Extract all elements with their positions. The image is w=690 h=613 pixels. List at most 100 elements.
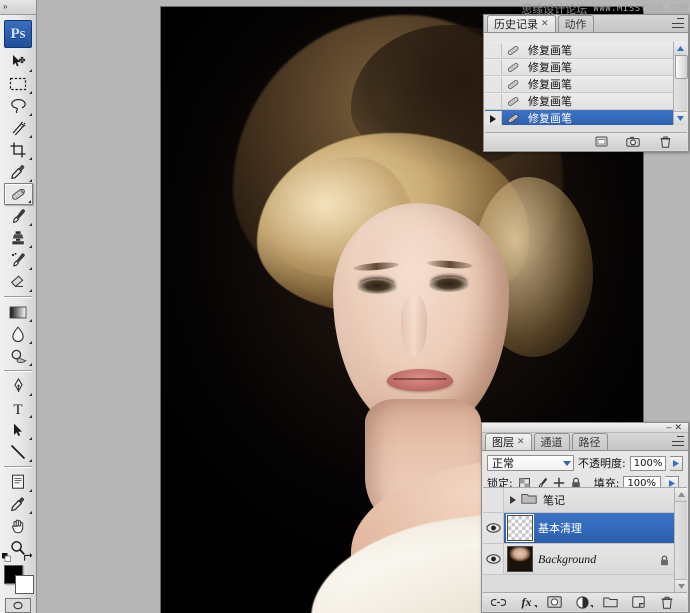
history-state-row-active[interactable]: 修复画笔 [485, 110, 687, 125]
swap-colors-icon [23, 552, 34, 562]
toolbar-divider [4, 296, 32, 298]
layer-visibility-toggle[interactable] [483, 488, 504, 512]
layer-locked-icon [660, 553, 669, 571]
layers-panel-footer: fx [483, 592, 687, 611]
blend-mode-select[interactable]: 正常 [487, 455, 574, 471]
history-state-row[interactable]: 修复画笔 [485, 93, 687, 110]
scroll-down-icon[interactable] [675, 579, 687, 593]
layer-row-group[interactable]: 笔记 [483, 488, 687, 513]
new-group-button[interactable] [603, 595, 618, 610]
eyedropper-tool[interactable] [4, 161, 33, 183]
create-new-snapshot-button[interactable] [625, 135, 641, 149]
layer-visibility-toggle[interactable] [483, 513, 504, 543]
layer-row-selected[interactable]: 基本清理 [483, 513, 687, 544]
layer-name: 笔记 [543, 492, 565, 508]
quick-selection-tool[interactable] [4, 117, 33, 139]
history-source-checkbox[interactable] [485, 77, 502, 92]
layer-name: 基本清理 [538, 520, 582, 536]
delete-state-button[interactable] [657, 135, 673, 149]
create-document-from-state-button[interactable] [593, 135, 609, 149]
tab-history-label: 历史记录 [494, 17, 538, 32]
history-source-checkbox[interactable] [485, 43, 502, 58]
link-layers-button[interactable] [491, 595, 506, 610]
brush-tool[interactable] [4, 205, 33, 227]
horizontal-type-tool[interactable]: T [4, 397, 33, 419]
gradient-tool[interactable] [4, 301, 33, 323]
layers-list[interactable]: 笔记 基本清理 Background [483, 487, 687, 593]
photoshop-window: 思缘设计论坛 WWW.MISSYUAN.COM » Ps [0, 0, 690, 613]
dodge-tool[interactable] [4, 345, 33, 367]
history-state-row[interactable]: 修复画笔 [485, 59, 687, 76]
history-state-label: 修复画笔 [524, 93, 572, 109]
layers-scrollbar[interactable] [674, 488, 687, 593]
eraser-tool[interactable] [4, 271, 33, 293]
layer-visibility-toggle[interactable] [483, 544, 504, 574]
crop-tool[interactable] [4, 139, 33, 161]
scroll-down-icon[interactable] [674, 111, 687, 125]
add-layer-mask-button[interactable] [547, 595, 562, 610]
blend-opacity-row: 正常 不透明度: 100% [487, 454, 683, 472]
history-panel-menu-button[interactable] [672, 18, 684, 28]
opacity-label: 不透明度: [578, 455, 626, 471]
scroll-up-icon[interactable] [675, 488, 687, 502]
layer-row-background[interactable]: Background [483, 544, 687, 575]
chevron-down-icon [563, 461, 571, 466]
history-source-checkbox[interactable] [485, 60, 502, 75]
tab-layers[interactable]: 图层 ✕ [485, 433, 532, 450]
new-layer-button[interactable] [631, 595, 646, 610]
layers-panel-titlebar[interactable]: –✕ [482, 423, 688, 433]
notes-tool[interactable] [4, 471, 33, 493]
healing-brush-tool[interactable] [4, 183, 33, 205]
scroll-up-icon[interactable] [674, 42, 687, 56]
pen-tool[interactable] [4, 375, 33, 397]
history-source-checkbox[interactable] [485, 94, 502, 109]
layer-thumbnail[interactable] [507, 515, 533, 541]
tab-actions-label: 动作 [565, 17, 587, 32]
hand-tool[interactable] [4, 515, 33, 537]
history-state-row[interactable]: 修复画笔 [485, 76, 687, 93]
move-tool[interactable] [4, 51, 33, 73]
scrollbar-thumb[interactable] [675, 55, 688, 79]
history-state-row[interactable]: 修复画笔 [485, 42, 687, 59]
blend-mode-value: 正常 [492, 455, 514, 471]
background-color-swatch[interactable] [15, 575, 34, 594]
history-panel: 历史记录 ✕ 动作 修复画笔 修 [483, 14, 689, 152]
tools-palette-collapse-handle[interactable]: » [0, 0, 36, 15]
add-layer-style-button[interactable]: fx [519, 595, 534, 610]
close-icon[interactable]: ✕ [541, 17, 549, 32]
opacity-stepper[interactable] [670, 456, 683, 471]
tab-actions[interactable]: 动作 [558, 15, 594, 32]
line-shape-tool[interactable] [4, 441, 33, 463]
color-sampler-tool[interactable] [4, 493, 33, 515]
layers-panel-menu-button[interactable] [672, 436, 684, 446]
toolbar-divider [4, 466, 32, 468]
clone-stamp-tool[interactable] [4, 227, 33, 249]
tab-paths[interactable]: 路径 [572, 433, 608, 450]
opacity-input[interactable]: 100% [630, 456, 666, 471]
tools-palette: » Ps [0, 0, 37, 613]
panel-window-buttons[interactable]: –✕ [666, 423, 685, 432]
blur-tool[interactable] [4, 323, 33, 345]
delete-layer-button[interactable] [659, 595, 674, 610]
lasso-tool[interactable] [4, 95, 33, 117]
quick-mask-mode-button[interactable] [5, 598, 31, 613]
healing-brush-icon [502, 113, 524, 124]
history-scrollbar[interactable] [673, 42, 687, 125]
history-source-checkbox[interactable] [485, 111, 502, 126]
path-selection-tool[interactable] [4, 419, 33, 441]
history-brush-tool[interactable] [4, 249, 33, 271]
tab-channels[interactable]: 通道 [534, 433, 570, 450]
history-state-label: 修复画笔 [524, 76, 572, 92]
folder-icon [521, 491, 537, 509]
chevron-right-icon[interactable] [510, 496, 516, 504]
history-states-list[interactable]: 修复画笔 修复画笔 修复画笔 修复画笔 [485, 42, 687, 125]
healing-brush-icon [502, 79, 524, 90]
layer-thumbnail[interactable] [507, 546, 533, 572]
rectangular-marquee-tool[interactable] [4, 73, 33, 95]
healing-brush-icon [502, 62, 524, 73]
new-adjustment-layer-button[interactable] [575, 595, 590, 610]
tab-history[interactable]: 历史记录 ✕ [487, 15, 556, 32]
photoshop-logo: Ps [4, 20, 32, 48]
close-icon[interactable]: ✕ [517, 435, 525, 450]
color-swatches[interactable] [2, 561, 34, 595]
